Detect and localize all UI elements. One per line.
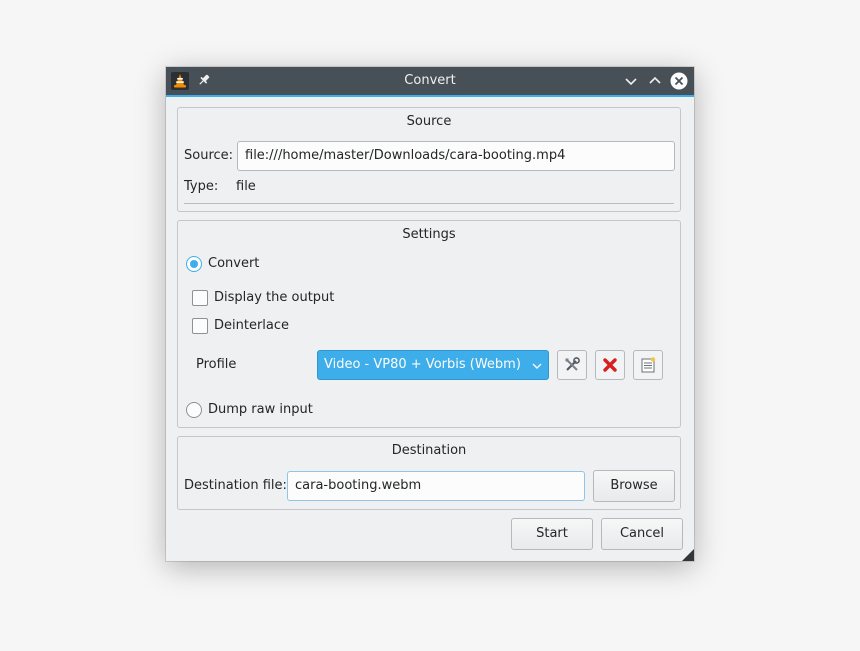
source-label: Source: — [184, 148, 234, 163]
dump-raw-label[interactable]: Dump raw input — [208, 402, 313, 417]
source-input[interactable]: file:///home/master/Downloads/cara-booti… — [237, 141, 675, 171]
profile-dropdown[interactable]: Video - VP80 + Vorbis (Webm) — [317, 350, 549, 380]
cancel-button[interactable]: Cancel — [601, 518, 683, 550]
source-group: Source Source: file:///home/master/Downl… — [177, 107, 681, 212]
browse-button[interactable]: Browse — [593, 470, 675, 502]
display-output-checkbox[interactable] — [192, 290, 208, 306]
close-icon[interactable] — [670, 72, 688, 90]
chevron-down-icon[interactable] — [622, 72, 640, 90]
delete-profile-button[interactable] — [595, 350, 625, 380]
new-document-icon — [641, 357, 656, 373]
destination-file-input[interactable]: cara-booting.webm — [287, 471, 585, 501]
convert-radio-label[interactable]: Convert — [208, 256, 259, 271]
chevron-down-icon — [532, 363, 542, 369]
window-title: Convert — [404, 73, 456, 88]
deinterlace-checkbox[interactable] — [192, 318, 208, 334]
new-profile-button[interactable] — [633, 350, 663, 380]
source-separator — [184, 203, 674, 204]
start-button[interactable]: Start — [511, 518, 593, 550]
resize-grip[interactable] — [682, 549, 694, 561]
destination-file-label: Destination file: — [184, 478, 287, 493]
destination-heading: Destination — [391, 443, 467, 458]
type-label: Type: — [184, 179, 219, 194]
profile-label: Profile — [196, 357, 237, 372]
type-value: file — [236, 179, 256, 194]
tools-icon — [565, 357, 580, 371]
convert-radio[interactable] — [186, 256, 202, 272]
settings-heading: Settings — [402, 227, 456, 242]
profile-selected-value: Video - VP80 + Vorbis (Webm) — [324, 357, 521, 372]
red-x-icon — [603, 358, 617, 372]
deinterlace-label[interactable]: Deinterlace — [214, 318, 289, 333]
chevron-up-icon[interactable] — [646, 72, 664, 90]
settings-group: Settings Convert Display the output Dein… — [177, 220, 681, 428]
source-heading: Source — [406, 114, 452, 129]
display-output-label[interactable]: Display the output — [214, 290, 334, 305]
title-bar[interactable]: Convert — [166, 67, 694, 97]
destination-group: Destination Destination file: cara-booti… — [177, 436, 681, 510]
dump-raw-radio[interactable] — [186, 402, 202, 418]
edit-profile-button[interactable] — [557, 350, 587, 380]
convert-dialog: Convert Source Source: file:///home/mast… — [166, 67, 694, 561]
